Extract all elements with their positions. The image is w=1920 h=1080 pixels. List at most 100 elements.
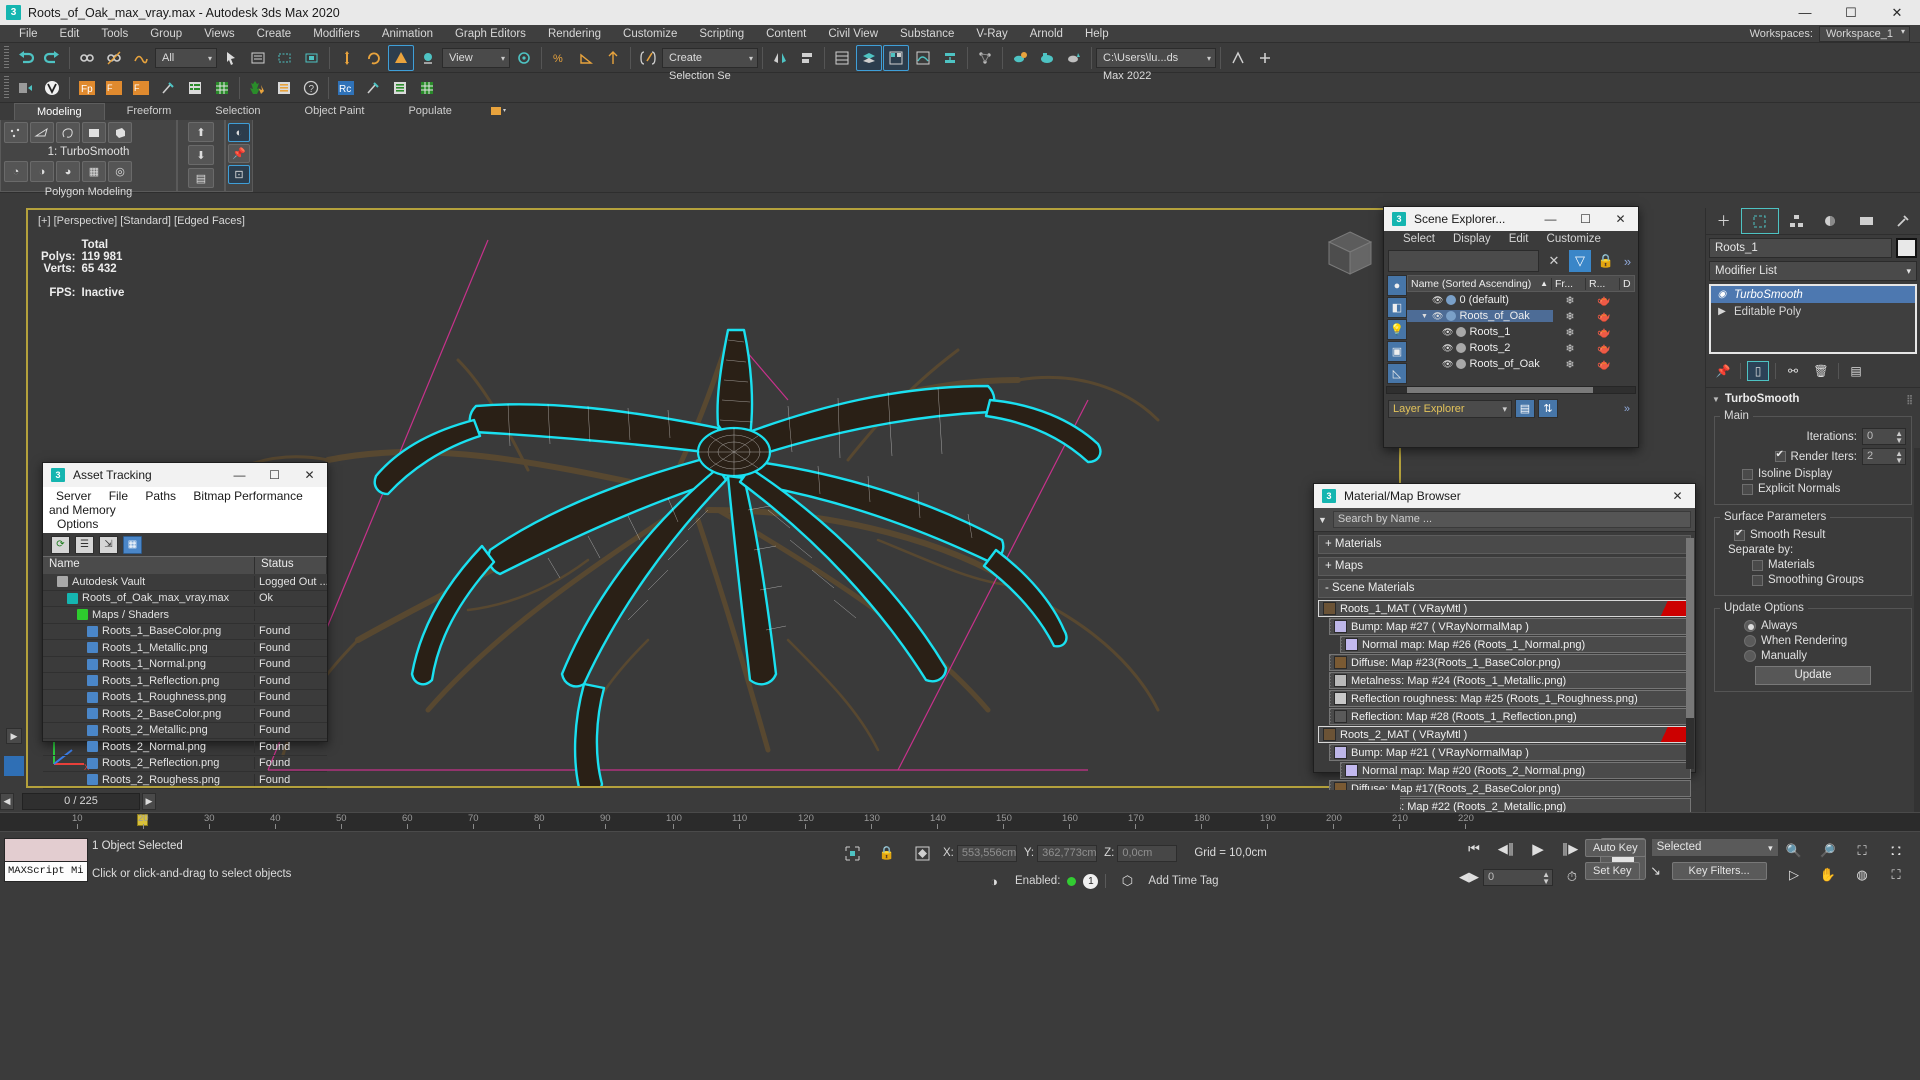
renderable-toggle-icon[interactable]: 🫖: [1587, 294, 1621, 307]
add-icon[interactable]: [1252, 45, 1278, 71]
se-menu-display[interactable]: Display: [1444, 233, 1500, 245]
iterations-spinner[interactable]: 0 ▲ ▼: [1862, 428, 1906, 445]
window-crossing-icon[interactable]: [299, 45, 325, 71]
map-entry[interactable]: Reflection: Map #28 (Roots_1_Reflection.…: [1329, 708, 1691, 725]
help-circle-icon[interactable]: ?: [298, 75, 324, 101]
material-browser-vscroll[interactable]: [1686, 538, 1694, 769]
materials-group-header[interactable]: + Materials: [1318, 535, 1691, 554]
pin-stack-icon[interactable]: 📌: [228, 144, 250, 163]
renderable-toggle-icon[interactable]: 🫖: [1587, 326, 1621, 339]
manually-radio[interactable]: [1744, 650, 1756, 662]
frozen-toggle-icon[interactable]: ❄: [1553, 358, 1587, 371]
table-row[interactable]: Roots_2_BaseColor.png Found: [43, 706, 327, 723]
select-object-icon[interactable]: [218, 45, 244, 71]
spinner-snap-icon[interactable]: [600, 45, 626, 71]
select-by-name-icon[interactable]: [245, 45, 271, 71]
show-end-result-icon[interactable]: ▯: [1747, 361, 1769, 381]
light-icon[interactable]: 💡: [1387, 319, 1407, 340]
generate-topology-button[interactable]: ◔: [4, 161, 28, 182]
menu-arnold[interactable]: Arnold: [1019, 25, 1074, 43]
grid-icon[interactable]: ▦: [123, 535, 142, 554]
map-entry[interactable]: Normal map: Map #20 (Roots_2_Normal.png): [1340, 762, 1691, 779]
se-menu-select[interactable]: Select: [1394, 233, 1444, 245]
align-icon[interactable]: [794, 45, 820, 71]
renderable-toggle-icon[interactable]: 🫖: [1587, 358, 1621, 371]
se-col-name[interactable]: Name (Sorted Ascending): [1411, 278, 1531, 290]
forest-set-icon[interactable]: F: [128, 75, 154, 101]
menu-animation[interactable]: Animation: [371, 25, 444, 43]
menu-views[interactable]: Views: [193, 25, 245, 43]
renderable-toggle-icon[interactable]: 🫖: [1587, 310, 1621, 323]
materials-checkbox[interactable]: [1752, 559, 1763, 571]
goto-start-icon[interactable]: ⏮: [1460, 838, 1488, 860]
forest-pack-icon[interactable]: Fp: [74, 75, 100, 101]
scene-explorer-hscroll[interactable]: [1386, 386, 1636, 394]
eye-icon[interactable]: 👁: [1442, 327, 1453, 338]
table-row[interactable]: Roots_2_Roughess.png Found: [43, 772, 327, 789]
menu-customize[interactable]: Customize: [612, 25, 688, 43]
search-input[interactable]: [1388, 250, 1539, 272]
railclone-tools-icon[interactable]: [360, 75, 386, 101]
always-radio[interactable]: [1744, 620, 1756, 632]
current-frame-field[interactable]: 0 / 225: [22, 792, 140, 810]
select-and-place-icon[interactable]: [415, 45, 441, 71]
material-entry[interactable]: Roots_1_MAT ( VRayMtl ): [1318, 600, 1691, 617]
layer-explorer-icon[interactable]: [829, 45, 855, 71]
filter-icon[interactable]: ▽: [1569, 250, 1591, 272]
frozen-toggle-icon[interactable]: ❄: [1553, 326, 1587, 339]
key-mode-dropdown[interactable]: Selected: [1650, 838, 1779, 857]
asset-tracking-maximize[interactable]: ☐: [257, 463, 292, 487]
list-icon[interactable]: ☰: [75, 535, 94, 554]
asset-tracking-minimize[interactable]: —: [222, 463, 257, 487]
percent-snap-icon[interactable]: %: [546, 45, 572, 71]
map-entry[interactable]: Normal map: Map #26 (Roots_1_Normal.png): [1340, 636, 1691, 653]
pan-view-icon[interactable]: ✋: [1814, 864, 1842, 886]
ribbon-tab-populate[interactable]: Populate: [386, 103, 473, 120]
listener-input-pane[interactable]: MAXScript Mi: [4, 862, 88, 882]
modifier-stack-item-editable-poly[interactable]: ▶ Editable Poly: [1711, 303, 1915, 320]
paint-deform-button[interactable]: ◕: [56, 161, 80, 182]
material-editor-icon[interactable]: [1007, 45, 1033, 71]
modifier-list-dropdown[interactable]: Modifier List: [1709, 261, 1917, 281]
edge-subobject-button[interactable]: [30, 122, 54, 143]
make-unique-icon[interactable]: ▤: [188, 168, 214, 188]
table-row[interactable]: Roots_1_Roughness.png Found: [43, 690, 327, 706]
render-production-icon[interactable]: [1061, 45, 1087, 71]
key-filters-button[interactable]: Key Filters...: [1671, 862, 1767, 880]
shapes-icon[interactable]: ◧: [1387, 297, 1407, 318]
vertex-subobject-button[interactable]: [4, 122, 28, 143]
layers-icon[interactable]: ▤: [1515, 399, 1535, 418]
railclone-icon[interactable]: Rc: [333, 75, 359, 101]
maxscript-listener[interactable]: MAXScript Mi: [4, 838, 88, 882]
menu-create[interactable]: Create: [246, 25, 303, 43]
play-icon[interactable]: ▶: [1524, 838, 1552, 860]
railclone-grid-icon[interactable]: [414, 75, 440, 101]
maximize-viewport-icon[interactable]: ⛶: [1882, 864, 1910, 886]
select-and-link-icon[interactable]: [74, 45, 100, 71]
railclone-list-icon[interactable]: [271, 75, 297, 101]
lock-icon[interactable]: 🔒: [873, 842, 901, 864]
table-row[interactable]: Roots_1_Reflection.png Found: [43, 673, 327, 690]
select-and-scale-icon[interactable]: [388, 44, 414, 71]
eye-icon[interactable]: 👁: [1432, 311, 1443, 322]
scene-explorer-icon[interactable]: [856, 44, 882, 71]
menu-graph-editors[interactable]: Graph Editors: [444, 25, 537, 43]
frozen-toggle-icon[interactable]: ❄: [1553, 342, 1587, 355]
selection-filter-dropdown[interactable]: All: [155, 47, 217, 68]
material-map-browser-window[interactable]: 3 Material/Map Browser ✕ ▼ Search by Nam…: [1313, 483, 1696, 851]
move-up-icon[interactable]: ⬆: [188, 122, 214, 142]
zoom-extents-icon[interactable]: ⛶: [1848, 840, 1876, 862]
render-iters-spinner[interactable]: 2 ▲ ▼: [1862, 448, 1906, 465]
ribbon-tab-object-paint[interactable]: Object Paint: [283, 103, 387, 120]
when-rendering-radio[interactable]: [1744, 635, 1756, 647]
forest-tools-icon[interactable]: [155, 75, 181, 101]
object-color-swatch[interactable]: [1896, 238, 1917, 258]
unlink-selection-icon[interactable]: [101, 45, 127, 71]
vray-toolbar-icon[interactable]: [12, 75, 38, 101]
make-unique-icon[interactable]: ⚯: [1782, 361, 1804, 381]
expander-icon[interactable]: ▶: [1715, 306, 1729, 317]
table-row[interactable]: Roots_of_Oak_max_vray.max Ok: [43, 591, 327, 607]
se-col-frozen[interactable]: Fr...: [1552, 277, 1586, 290]
adaptive-degradation-icon[interactable]: ◑: [980, 870, 1008, 892]
scene-explorer-row[interactable]: ▼ 👁 Roots_of_Oak ❄ 🫖: [1407, 308, 1635, 324]
